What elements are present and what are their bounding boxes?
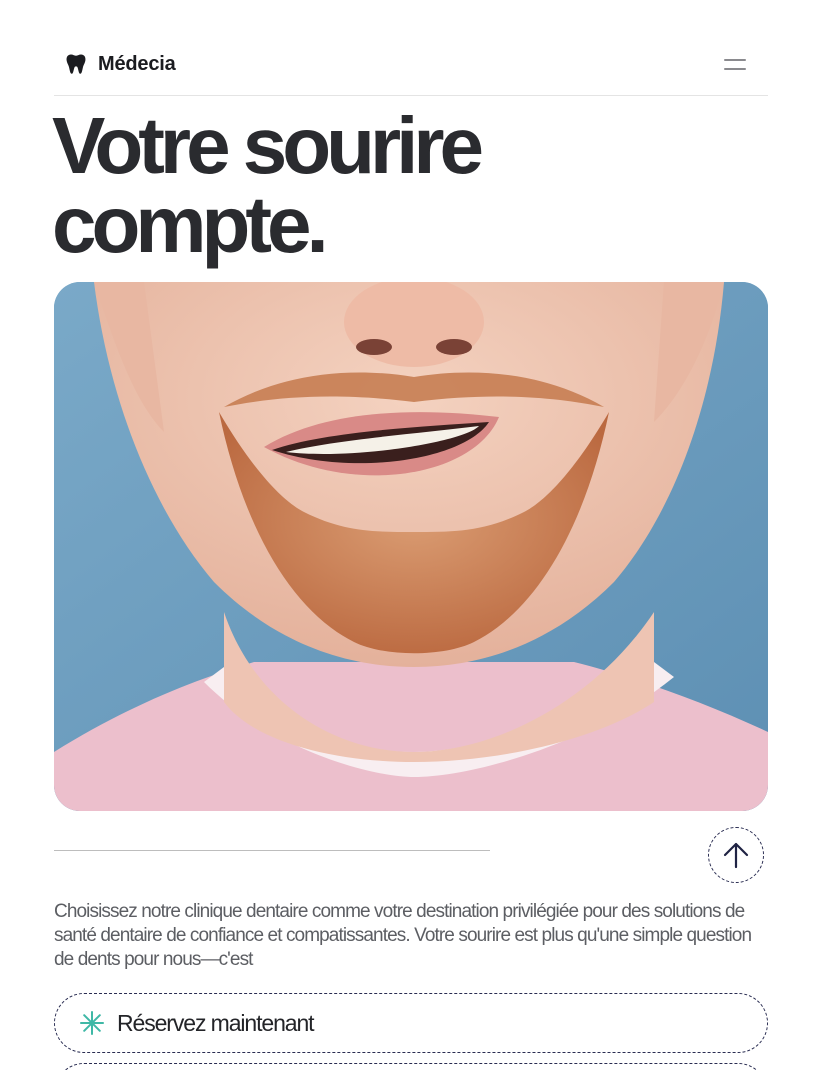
hero-image	[54, 282, 768, 811]
arrow-up-icon	[721, 840, 751, 870]
asterisk-icon	[79, 1010, 105, 1036]
brand-name: Médecia	[98, 52, 176, 75]
secondary-button[interactable]	[54, 1063, 768, 1070]
hero-title-line-1: Votre sourire	[52, 101, 484, 190]
menu-button[interactable]	[724, 55, 748, 73]
brand-logo[interactable]: Médecia	[64, 52, 176, 76]
hero-title: Votre sourire compte.	[52, 106, 612, 265]
smiling-man-photo	[54, 282, 768, 811]
hero-description: Choisissez notre clinique dentaire comme…	[54, 901, 752, 970]
book-now-button[interactable]: Réservez maintenant	[54, 993, 768, 1053]
scroll-to-top-button[interactable]	[708, 827, 764, 883]
hero-title-line-2: compte.	[52, 180, 329, 269]
tooth-icon	[64, 52, 88, 76]
hamburger-menu-icon	[724, 59, 746, 61]
site-header: Médecia	[54, 44, 768, 96]
book-now-label: Réservez maintenant	[117, 1009, 315, 1036]
section-divider	[54, 850, 490, 851]
